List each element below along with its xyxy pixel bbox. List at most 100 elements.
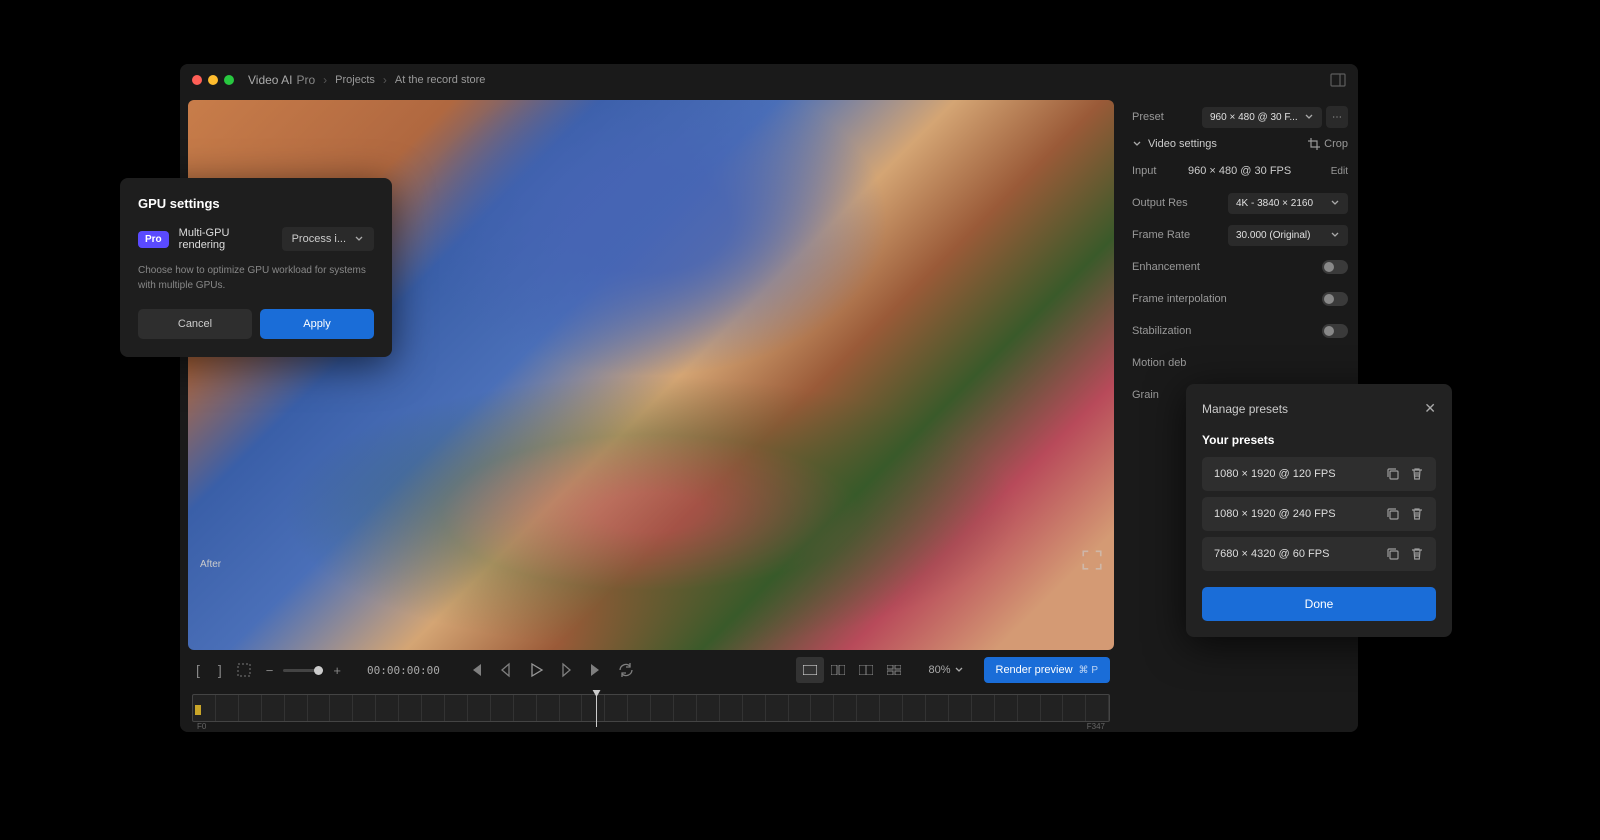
minimize-window-icon[interactable] [208,75,218,85]
render-preview-button[interactable]: Render preview ⌘ P [984,657,1111,683]
gpu-mode-value: Process i... [292,233,346,245]
render-label: Render preview [996,664,1073,676]
chevron-down-icon [1330,230,1340,240]
stab-row: Stabilization [1132,320,1348,342]
input-row: Input 960 × 480 @ 30 FPS Edit [1132,160,1348,182]
preset-item-label: 7680 × 4320 @ 60 FPS [1214,548,1329,560]
maximize-window-icon[interactable] [224,75,234,85]
close-icon[interactable]: ✕ [1424,400,1436,417]
grain-label: Grain [1132,389,1159,401]
crop-region-icon[interactable] [236,662,252,678]
view-side-button[interactable] [852,657,880,683]
fullscreen-icon[interactable] [1082,550,1102,570]
gpu-mode-dropdown[interactable]: Process i... [282,227,374,251]
framerate-value: 30.000 (Original) [1236,230,1310,241]
preset-item-actions [1386,547,1424,561]
timeline[interactable]: F0 F347 [180,690,1122,732]
gpu-settings-modal: GPU settings Pro Multi-GPU rendering Pro… [120,178,392,357]
trash-icon[interactable] [1410,467,1424,481]
preset-item-label: 1080 × 1920 @ 120 FPS [1214,468,1336,480]
play-icon[interactable] [528,662,544,678]
mark-in-button[interactable]: [ [192,662,204,678]
framerate-label: Frame Rate [1132,229,1190,241]
framerate-dropdown[interactable]: 30.000 (Original) [1228,225,1348,246]
close-window-icon[interactable] [192,75,202,85]
output-row: Output Res 4K - 3840 × 2160 [1132,192,1348,214]
skip-start-icon[interactable] [468,662,484,678]
apply-button[interactable]: Apply [260,309,374,339]
gpu-option-row: Pro Multi-GPU rendering Process i... [138,227,374,251]
titlebar-right [1330,72,1346,88]
transport-controls [468,662,634,678]
timeline-marker[interactable] [195,705,201,715]
view-grid-button[interactable] [880,657,908,683]
interp-row: Frame interpolation [1132,288,1348,310]
breadcrumb-projects[interactable]: Projects [335,74,375,86]
interp-toggle[interactable] [1322,292,1348,306]
app-name: Video AI [248,73,292,87]
step-forward-icon[interactable] [558,662,574,678]
presets-header: Manage presets ✕ [1202,400,1436,417]
zoom-percent-dropdown[interactable]: 80% [928,664,963,676]
preset-value: 960 × 480 @ 30 F... [1210,112,1298,123]
enhancement-toggle[interactable] [1322,260,1348,274]
preset-more-button[interactable]: ⋯ [1326,106,1348,128]
mark-out-button[interactable]: ] [214,662,226,678]
preset-item[interactable]: 1080 × 1920 @ 240 FPS [1202,497,1436,531]
app-tier: Pro [296,73,315,87]
preset-row: Preset 960 × 480 @ 30 F... ⋯ [1132,106,1348,128]
copy-icon[interactable] [1386,547,1400,561]
playhead[interactable] [596,691,597,727]
copy-icon[interactable] [1386,467,1400,481]
view-split-button[interactable] [824,657,852,683]
breadcrumb-sep: › [383,73,387,87]
interp-label: Frame interpolation [1132,293,1227,305]
zoom-in-button[interactable]: + [329,663,345,678]
step-back-icon[interactable] [498,662,514,678]
zoom-slider[interactable] [283,669,323,672]
gpu-description: Choose how to optimize GPU workload for … [138,263,374,293]
motion-label: Motion deb [1132,357,1186,369]
multi-gpu-label: Multi-GPU rendering [179,227,272,251]
loop-icon[interactable] [618,662,634,678]
playback-controls: [ ] − + 00:00:00:00 [180,650,1122,690]
zoom-out-button[interactable]: − [262,663,278,678]
video-settings-section[interactable]: Video settings Crop [1132,138,1348,150]
preset-item[interactable]: 7680 × 4320 @ 60 FPS [1202,537,1436,571]
presets-list: 1080 × 1920 @ 120 FPS 1080 × 1920 @ 240 … [1202,457,1436,571]
view-single-button[interactable] [796,657,824,683]
preset-item-label: 1080 × 1920 @ 240 FPS [1214,508,1336,520]
copy-icon[interactable] [1386,507,1400,521]
done-button[interactable]: Done [1202,587,1436,621]
cancel-button[interactable]: Cancel [138,309,252,339]
enhancement-row: Enhancement [1132,256,1348,278]
titlebar: Video AI Pro › Projects › At the record … [180,64,1358,96]
trash-icon[interactable] [1410,507,1424,521]
gpu-modal-buttons: Cancel Apply [138,309,374,339]
edit-input-link[interactable]: Edit [1331,166,1348,177]
zoom-percent-value: 80% [928,664,950,676]
timeline-track[interactable]: F0 F347 [192,694,1110,722]
skip-end-icon[interactable] [588,662,604,678]
trash-icon[interactable] [1410,547,1424,561]
chevron-down-icon [1132,139,1142,149]
timeline-end-label: F347 [1087,722,1105,731]
app-title: Video AI Pro › Projects › At the record … [248,73,485,87]
input-value: 960 × 480 @ 30 FPS [1188,165,1291,177]
preset-item[interactable]: 1080 × 1920 @ 120 FPS [1202,457,1436,491]
timeline-ticks [193,695,1109,721]
presets-subtitle: Your presets [1202,433,1436,447]
crop-button[interactable]: Crop [1308,138,1348,150]
stab-toggle[interactable] [1322,324,1348,338]
video-settings-label: Video settings [1148,138,1217,150]
render-shortcut: ⌘ P [1079,665,1098,676]
motion-row: Motion deb [1132,352,1348,374]
gpu-modal-title: GPU settings [138,196,374,211]
traffic-lights [192,75,234,85]
output-dropdown[interactable]: 4K - 3840 × 2160 [1228,193,1348,214]
panel-toggle-icon[interactable] [1330,72,1346,88]
output-label: Output Res [1132,197,1188,209]
preset-dropdown[interactable]: 960 × 480 @ 30 F... [1202,107,1322,128]
pro-badge: Pro [138,231,169,248]
chevron-down-icon [954,665,964,675]
